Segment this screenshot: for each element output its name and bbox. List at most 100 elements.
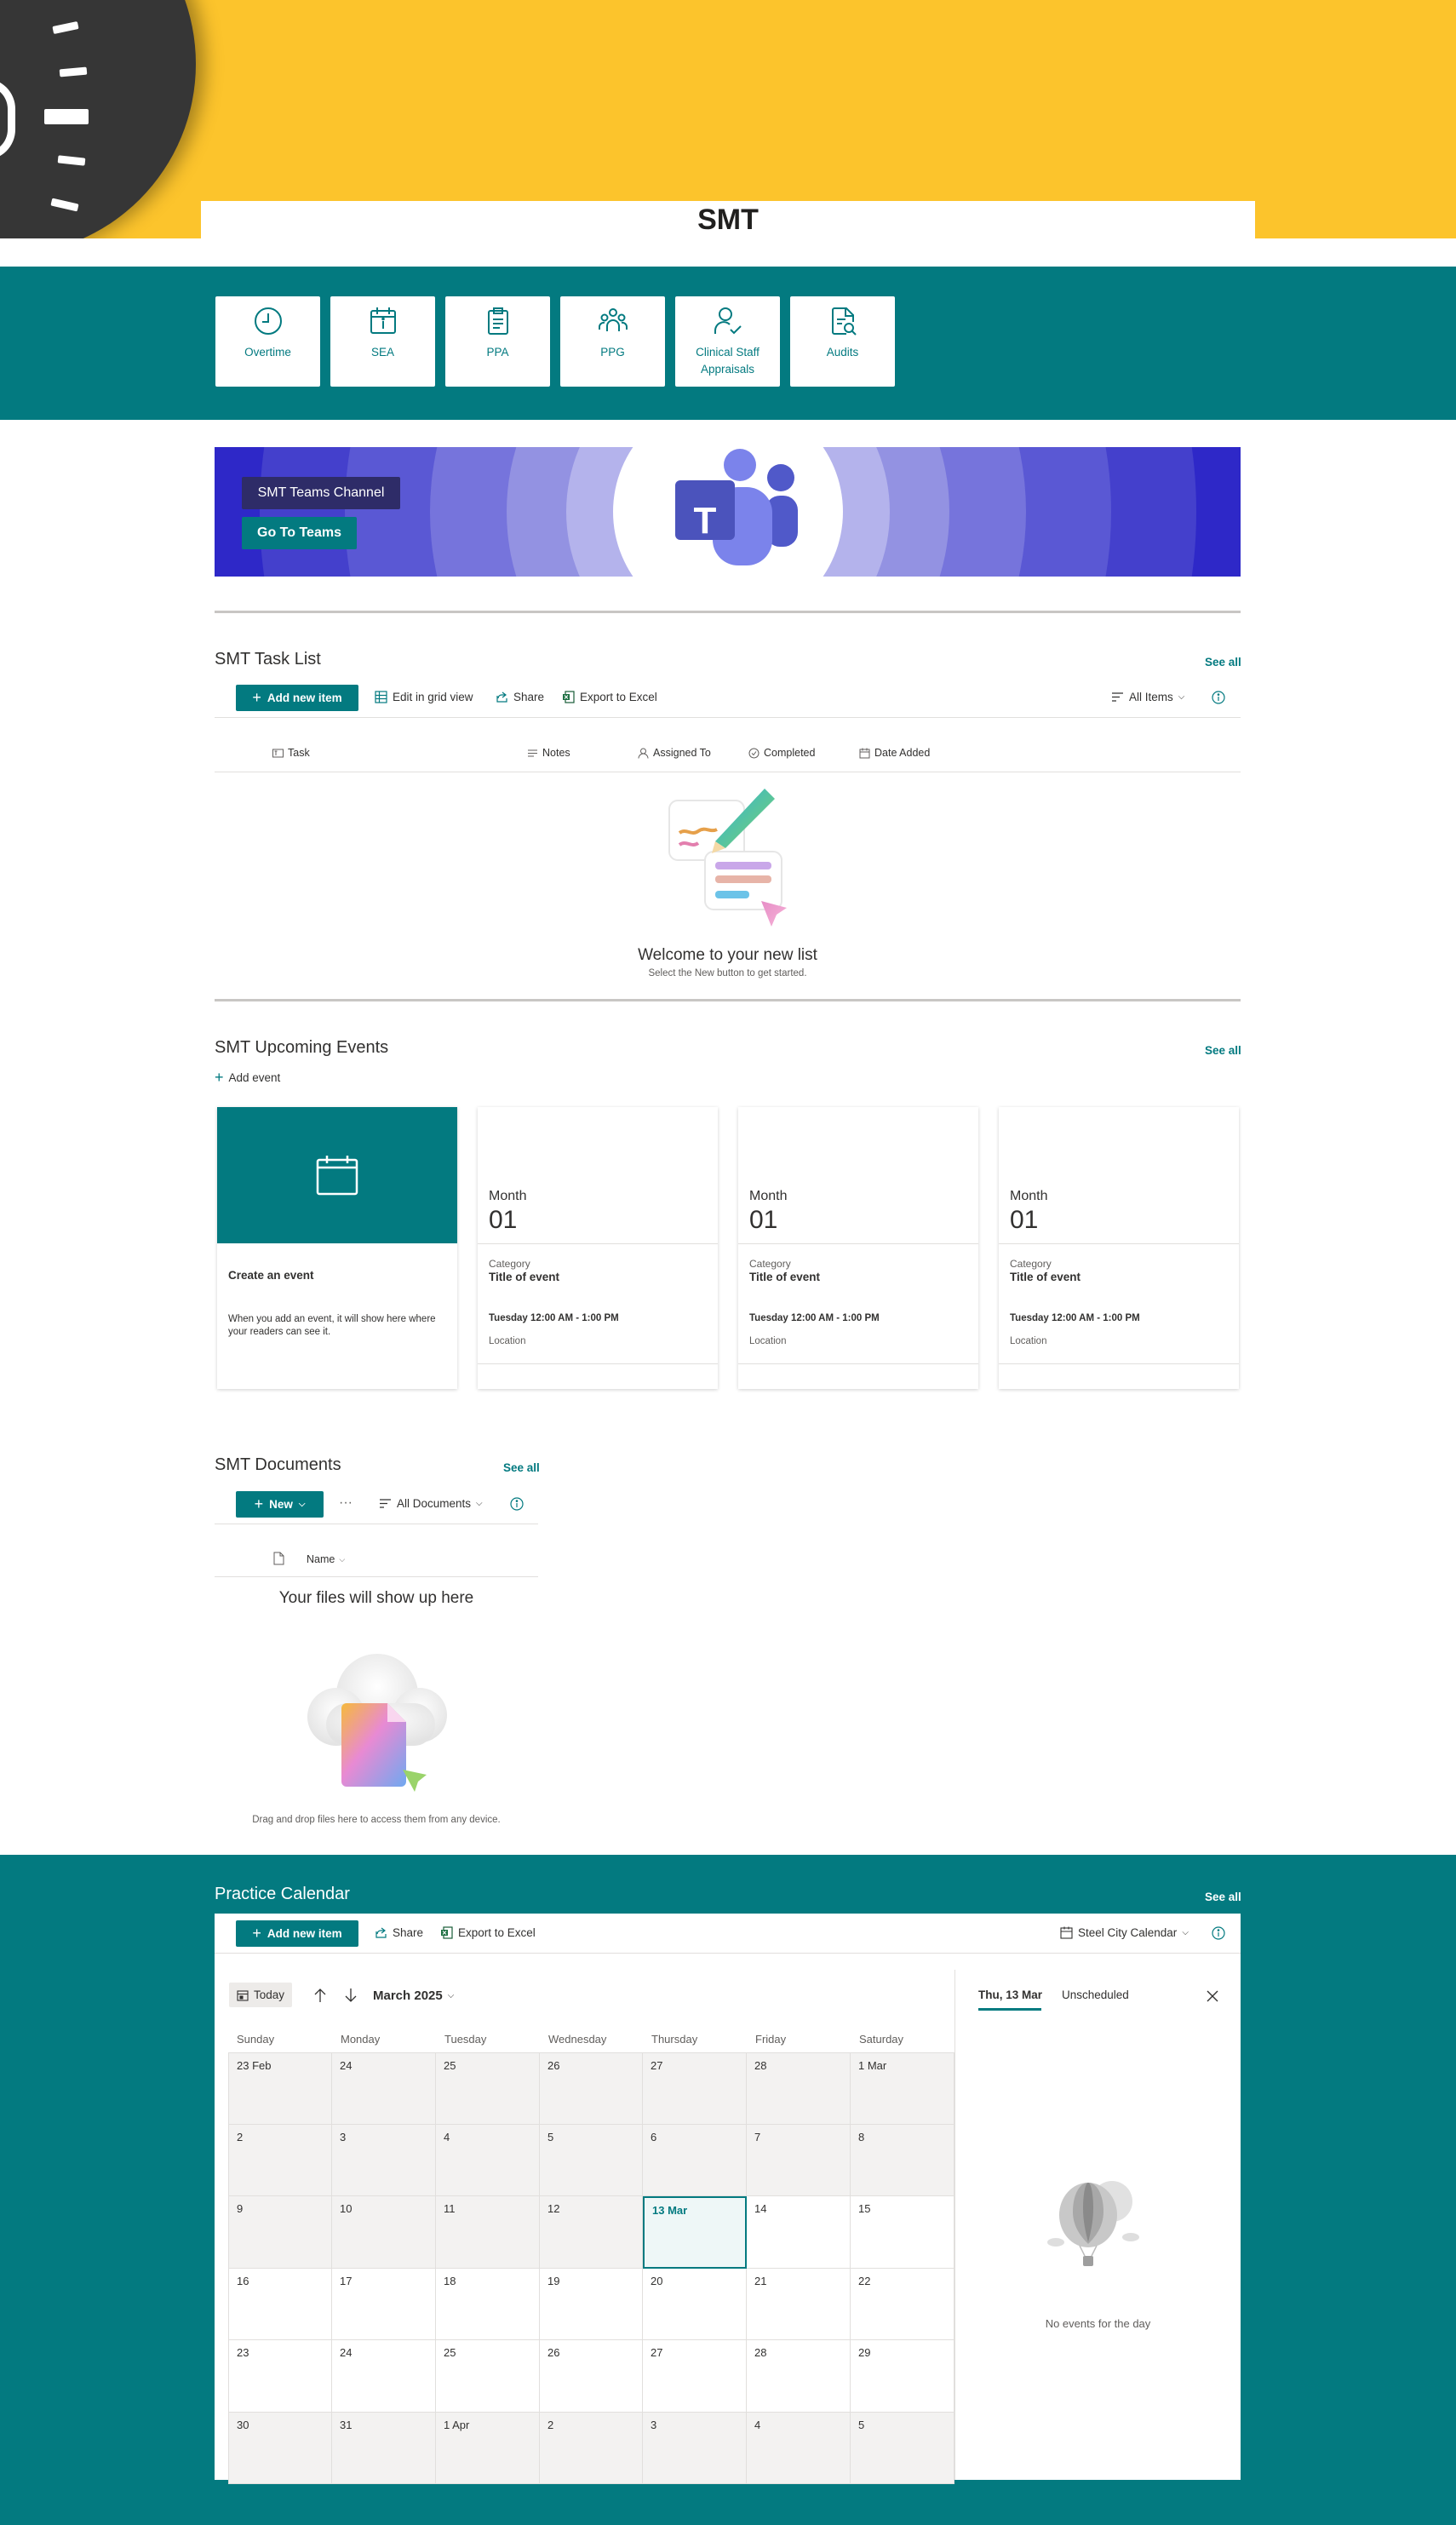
calendar-day-cell[interactable]: 9: [228, 2196, 332, 2269]
calendar-day-cell[interactable]: 19: [540, 2268, 643, 2340]
event-time: Tuesday 12:00 AM - 1:00 PM: [489, 1313, 619, 1323]
calendar-day-cell[interactable]: 29: [851, 2340, 954, 2413]
event-card[interactable]: Month 01 Category Title of event Tuesday…: [738, 1107, 978, 1389]
calendar-day-cell[interactable]: 14: [747, 2196, 851, 2269]
calendar-day-cell[interactable]: 28: [747, 2340, 851, 2413]
column-header-task[interactable]: Task: [272, 747, 310, 759]
export-excel-button[interactable]: Export to Excel: [562, 691, 657, 703]
calendar-day-cell[interactable]: 1 Mar: [851, 2052, 954, 2125]
share-button[interactable]: Share: [496, 691, 544, 703]
column-header-name[interactable]: Name ⌵: [307, 1553, 345, 1565]
quick-link-sea[interactable]: SEA: [330, 296, 435, 387]
column-header-notes[interactable]: Notes: [527, 747, 570, 759]
calendar-add-new-item-button[interactable]: + Add new item: [236, 1920, 358, 1947]
quick-link-clinical-staff-appraisals[interactable]: Clinical Staff Appraisals: [675, 296, 780, 387]
calendar-see-all-link[interactable]: See all: [1205, 1891, 1241, 1903]
calendar-day-cell[interactable]: 3: [332, 2124, 436, 2196]
month-label: March 2025: [373, 1988, 443, 2003]
view-selector[interactable]: All Items ⌵: [1111, 691, 1184, 703]
today-button[interactable]: Today: [229, 1983, 293, 2007]
quick-link-overtime[interactable]: Overtime: [215, 296, 320, 387]
calendar-day-cell[interactable]: 7: [747, 2124, 851, 2196]
calendar-day-cell[interactable]: 1 Apr: [436, 2412, 540, 2484]
quick-link-audits[interactable]: Audits: [790, 296, 895, 387]
calendar-day-cell[interactable]: 24: [332, 2052, 436, 2125]
info-icon[interactable]: [1212, 691, 1225, 704]
calendar-day-cell[interactable]: 18: [436, 2268, 540, 2340]
calendar-day-cell[interactable]: 28: [747, 2052, 851, 2125]
create-event-card[interactable]: Create an event When you add an event, i…: [217, 1107, 457, 1389]
calendar-day-cell[interactable]: 3: [643, 2412, 747, 2484]
calendar-share-button[interactable]: Share: [375, 1926, 423, 1939]
event-card[interactable]: Month 01 Category Title of event Tuesday…: [999, 1107, 1239, 1389]
calendar-day-cell[interactable]: 4: [436, 2124, 540, 2196]
calendar-day-cell[interactable]: 30: [228, 2412, 332, 2484]
calendar-day-cell[interactable]: 8: [851, 2124, 954, 2196]
quick-link-label: Audits: [826, 346, 859, 359]
column-label: Date Added: [874, 747, 931, 759]
new-document-button[interactable]: + New ⌵: [236, 1491, 324, 1518]
calendar-day-cell[interactable]: 4: [747, 2412, 851, 2484]
info-icon[interactable]: [510, 1497, 524, 1511]
calendar-day-cell[interactable]: 21: [747, 2268, 851, 2340]
column-header-date-added[interactable]: Date Added: [859, 747, 930, 759]
add-event-button[interactable]: + Add event: [215, 1069, 280, 1087]
empty-files-title: Your files will show up here: [278, 1589, 474, 1607]
calendar-day-cell[interactable]: 16: [228, 2268, 332, 2340]
calendar-day-cell[interactable]: 10: [332, 2196, 436, 2269]
arrow-up-icon[interactable]: [313, 1988, 327, 2003]
share-icon: [496, 692, 507, 703]
event-time: Tuesday 12:00 AM - 1:00 PM: [749, 1313, 880, 1323]
calendar-day-cell[interactable]: 2: [540, 2412, 643, 2484]
calendar-day-cell[interactable]: 27: [643, 2340, 747, 2413]
calendar-day-cell[interactable]: 24: [332, 2340, 436, 2413]
go-to-teams-button[interactable]: Go To Teams: [242, 517, 357, 549]
info-icon[interactable]: [1212, 1926, 1225, 1940]
calendar-day-cell[interactable]: 31: [332, 2412, 436, 2484]
calendar-view-selector[interactable]: Steel City Calendar ⌵: [1060, 1926, 1189, 1939]
calendar-day-cell[interactable]: 15: [851, 2196, 954, 2269]
add-new-item-button[interactable]: + Add new item: [236, 685, 358, 711]
quick-link-ppa[interactable]: PPA: [445, 296, 550, 387]
calendar-day-cell[interactable]: 12: [540, 2196, 643, 2269]
calendar-day-cell[interactable]: 6: [643, 2124, 747, 2196]
calendar-day-cell[interactable]: 20: [643, 2268, 747, 2340]
calendar-day-cell[interactable]: 2: [228, 2124, 332, 2196]
teams-channel-banner: T SMT Teams Channel Go To Teams: [215, 447, 1241, 577]
event-month: Month: [1010, 1189, 1048, 1203]
events-see-all-link[interactable]: See all: [1205, 1044, 1241, 1057]
column-header-assigned-to[interactable]: Assigned To: [638, 747, 711, 759]
column-label: Name: [307, 1553, 335, 1565]
more-options-button[interactable]: ···: [339, 1495, 353, 1511]
calendar-export-excel-button[interactable]: Export to Excel: [440, 1926, 536, 1939]
event-card[interactable]: Month 01 Category Title of event Tuesday…: [478, 1107, 718, 1389]
arrow-down-icon[interactable]: [344, 1988, 358, 2003]
month-selector[interactable]: March 2025 ⌵: [373, 1988, 454, 2003]
calendar-day-cell[interactable]: 27: [643, 2052, 747, 2125]
calendar-day-cell[interactable]: 23 Feb: [228, 2052, 332, 2125]
quick-link-ppg[interactable]: PPG: [560, 296, 665, 387]
calendar-day-cell[interactable]: 17: [332, 2268, 436, 2340]
teams-logo-letter: T: [693, 500, 717, 542]
calendar-day-cell[interactable]: 26: [540, 2052, 643, 2125]
calendar-day-cell[interactable]: 22: [851, 2268, 954, 2340]
edit-grid-view-label: Edit in grid view: [393, 691, 473, 703]
add-event-label: Add event: [228, 1071, 281, 1084]
documents-view-selector[interactable]: All Documents ⌵: [379, 1497, 483, 1510]
calendar-day-cell[interactable]: 5: [540, 2124, 643, 2196]
event-category: Category: [489, 1258, 530, 1270]
column-header-completed[interactable]: Completed: [748, 747, 815, 759]
calendar-day-cell[interactable]: 25: [436, 2052, 540, 2125]
edit-grid-view-button[interactable]: Edit in grid view: [375, 691, 473, 703]
calendar-day-cell-selected[interactable]: 13 Mar: [643, 2196, 747, 2269]
calendar-day-cell[interactable]: 5: [851, 2412, 954, 2484]
task-list-see-all-link[interactable]: See all: [1205, 656, 1241, 669]
documents-see-all-link[interactable]: See all: [503, 1461, 540, 1474]
tab-unscheduled[interactable]: Unscheduled: [1062, 1988, 1129, 2001]
calendar-day-cell[interactable]: 11: [436, 2196, 540, 2269]
calendar-day-cell[interactable]: 26: [540, 2340, 643, 2413]
close-icon[interactable]: [1207, 1990, 1218, 2002]
calendar-day-cell[interactable]: 23: [228, 2340, 332, 2413]
tab-selected-day[interactable]: Thu, 13 Mar: [978, 1988, 1042, 2001]
calendar-day-cell[interactable]: 25: [436, 2340, 540, 2413]
